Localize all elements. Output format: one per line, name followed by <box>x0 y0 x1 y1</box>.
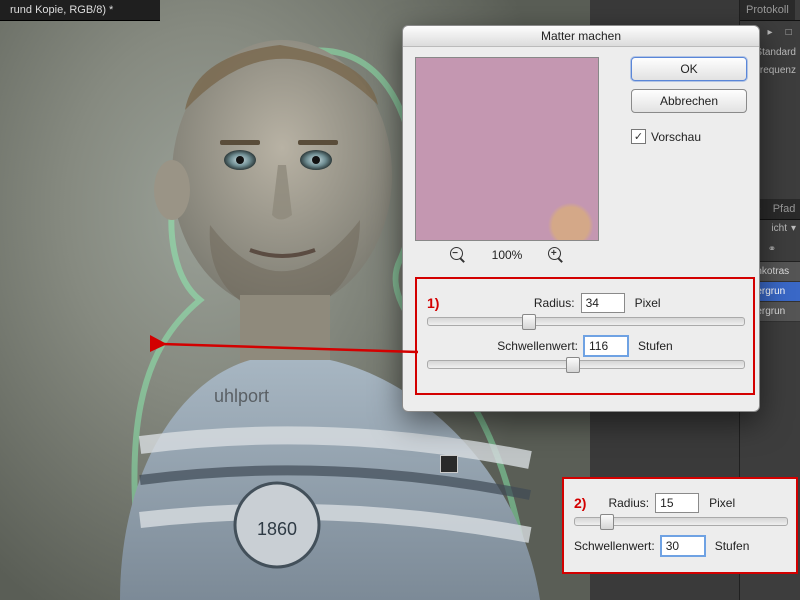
dialog-preview[interactable] <box>415 57 599 241</box>
chevron-right-icon[interactable]: ▸ <box>763 24 778 40</box>
param-box-2: 2) Radius: 15 Pixel Schwellenwert: 30 St… <box>562 477 798 574</box>
threshold-label: Schwellenwert: <box>574 539 655 553</box>
threshold-unit: Stufen <box>715 539 750 553</box>
folder-label: Frequenz <box>754 65 796 76</box>
radius-unit: Pixel <box>709 496 735 510</box>
tab-aktionen[interactable]: Aktionen <box>795 0 800 20</box>
threshold-input[interactable]: 116 <box>584 336 628 356</box>
threshold-label: Schwellenwert: <box>497 339 578 353</box>
radius-input[interactable]: 34 <box>581 293 625 313</box>
dialog-matter-machen: Matter machen − 100% + OK Abbrechen ✓ Vo… <box>402 25 760 412</box>
history-actions-tabs: Protokoll Aktionen <box>740 0 800 21</box>
preview-checkbox-label: Vorschau <box>651 130 701 144</box>
radius-slider[interactable] <box>427 317 745 326</box>
annotation-marker-2: 2) <box>574 495 586 511</box>
threshold-unit: Stufen <box>638 339 673 353</box>
document-tab[interactable]: rund Kopie, RGB/8) * <box>0 0 160 21</box>
zoom-controls: − 100% + <box>415 247 599 263</box>
dialog-title: Matter machen <box>403 26 759 47</box>
radius-label: Radius: <box>534 296 575 310</box>
param-box-1: 1) Radius: 34 Pixel Schwellenwert: 116 S… <box>415 277 755 395</box>
opacity-label: icht <box>771 223 787 234</box>
slider-thumb[interactable] <box>566 357 580 373</box>
preview-checkbox[interactable]: ✓ Vorschau <box>631 129 747 144</box>
radius-slider[interactable] <box>574 517 788 526</box>
link-icon[interactable]: ⚭ <box>764 241 780 257</box>
folder-label: Standard <box>755 47 796 58</box>
dropdown-icon[interactable]: ▾ <box>791 223 796 234</box>
slider-thumb[interactable] <box>522 314 536 330</box>
radius-unit: Pixel <box>635 296 661 310</box>
annotation-marker-1: 1) <box>427 295 439 311</box>
zoom-in-icon[interactable]: + <box>548 247 564 263</box>
threshold-slider[interactable] <box>427 360 745 369</box>
tab-pfade[interactable]: Pfad <box>767 199 800 219</box>
zoom-level: 100% <box>492 248 523 262</box>
checkbox-icon: ✓ <box>631 129 646 144</box>
ok-button[interactable]: OK <box>631 57 747 81</box>
slider-thumb[interactable] <box>600 514 614 530</box>
zoom-out-icon[interactable]: − <box>450 247 466 263</box>
tab-protokoll[interactable]: Protokoll <box>740 0 795 20</box>
svg-text:1860: 1860 <box>257 519 297 539</box>
svg-text:uhlport: uhlport <box>214 386 269 406</box>
radius-input[interactable]: 15 <box>655 493 699 513</box>
cancel-button[interactable]: Abbrechen <box>631 89 747 113</box>
threshold-input[interactable]: 30 <box>661 536 705 556</box>
stop-icon[interactable]: □ <box>781 24 796 40</box>
mask-toggle-icon[interactable] <box>440 455 458 473</box>
radius-label: Radius: <box>608 496 649 510</box>
